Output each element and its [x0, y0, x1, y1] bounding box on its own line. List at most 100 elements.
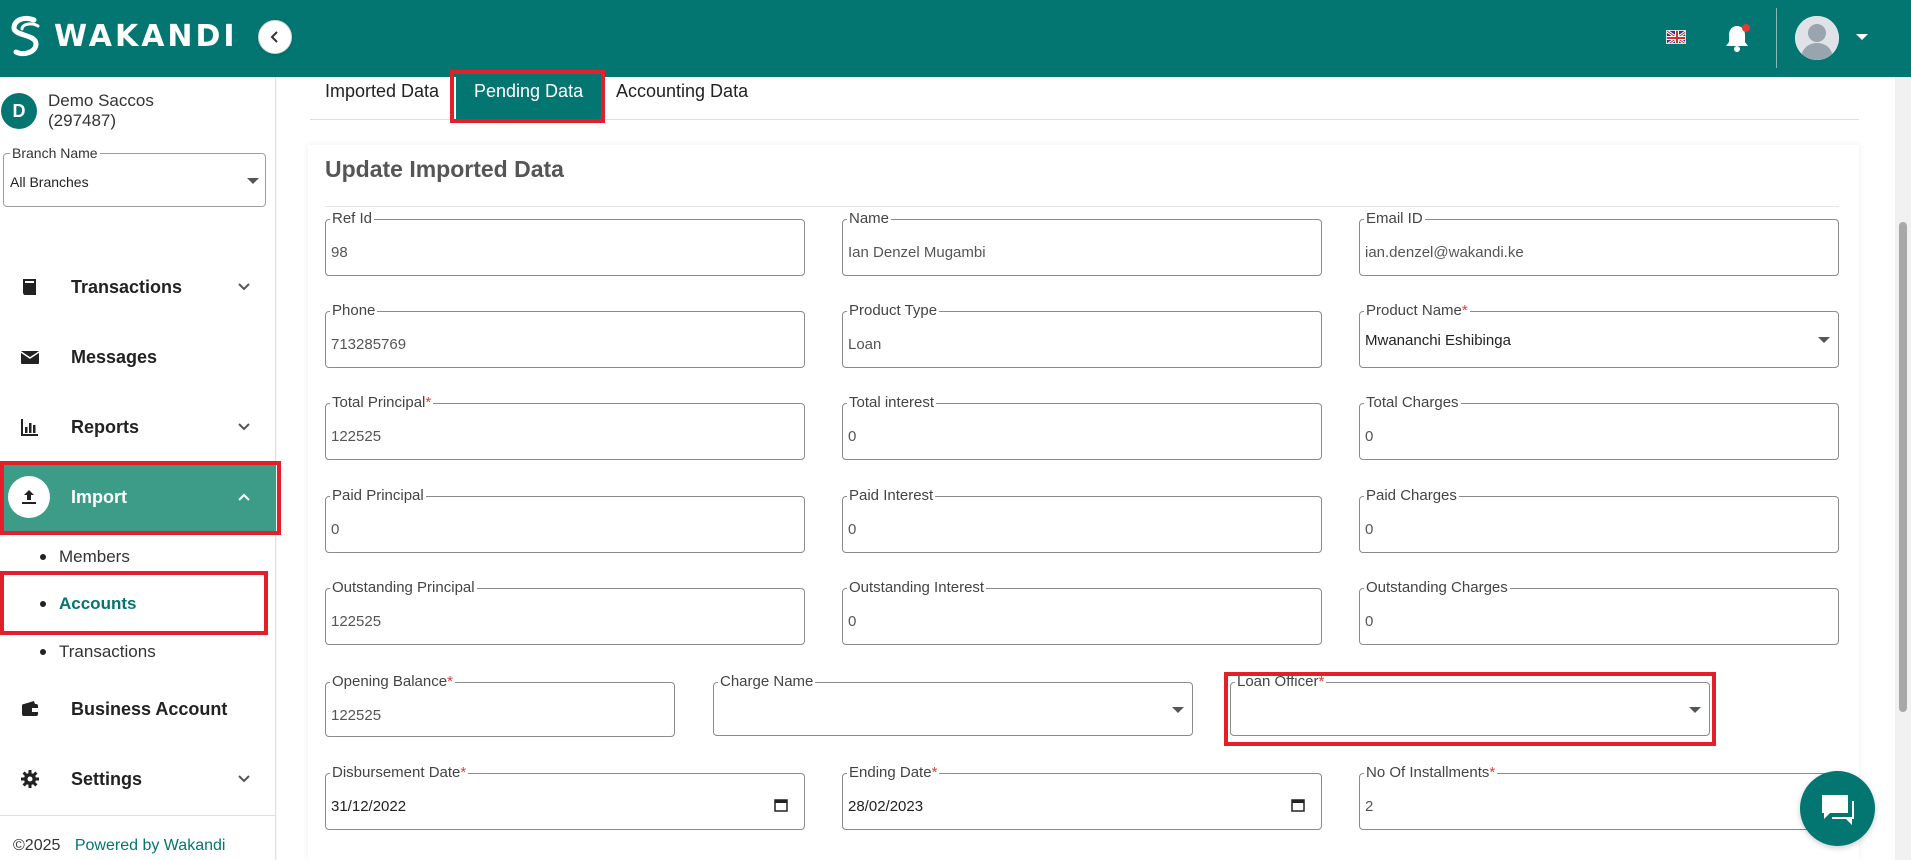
product-type-field[interactable]: Product Type Loan	[842, 302, 1322, 368]
envelope-icon	[20, 351, 40, 364]
field-value: 2	[1365, 798, 1374, 815]
field-value: 122525	[331, 707, 382, 724]
field-label: Phone	[330, 302, 378, 319]
org-name-line2: (297487)	[48, 111, 117, 130]
field-value: 0	[848, 521, 857, 538]
ending-date-field[interactable]: Ending Date* 28/02/2023	[842, 764, 1322, 830]
org-name-line1: Demo Saccos	[48, 91, 154, 110]
sidebar-subitem-members[interactable]: Members	[0, 537, 276, 577]
chevron-down-icon	[1818, 337, 1830, 343]
charge-name-select[interactable]: Charge Name	[713, 673, 1193, 736]
wakandi-logo-icon	[11, 15, 40, 57]
tabs-divider	[310, 119, 1859, 120]
chat-bubble-icon	[1821, 794, 1854, 825]
sidebar-subitem-accounts[interactable]: Accounts	[0, 584, 276, 624]
total-interest-field[interactable]: Total interest 0	[842, 394, 1322, 460]
paid-interest-field[interactable]: Paid Interest 0	[842, 487, 1322, 553]
branch-label: Branch Name	[10, 145, 100, 161]
total-charges-field[interactable]: Total Charges 0	[1359, 394, 1839, 460]
loan-officer-select[interactable]: Loan Officer*	[1230, 673, 1710, 736]
email-field[interactable]: Email ID ian.denzel@wakandi.ke	[1359, 210, 1839, 276]
bar-chart-icon	[21, 419, 38, 436]
chevron-left-icon	[270, 31, 278, 43]
brand-logo[interactable]: WAKANDI	[8, 14, 238, 58]
chevron-down-icon	[238, 775, 250, 783]
sidebar-item-settings[interactable]: Settings	[0, 744, 276, 814]
name-field[interactable]: Name Ian Denzel Mugambi	[842, 210, 1322, 276]
collapse-sidebar-button[interactable]	[258, 20, 292, 54]
sidebar-item-reports[interactable]: Reports	[0, 392, 276, 462]
product-name-select[interactable]: Product Name* Mwananchi Eshibinga	[1359, 302, 1839, 368]
uk-flag-icon[interactable]	[1666, 30, 1686, 44]
field-label: Product Name*	[1364, 302, 1470, 319]
header-divider	[1776, 8, 1777, 68]
field-label: Paid Principal	[330, 487, 426, 504]
calendar-icon[interactable]	[1291, 798, 1305, 812]
scrollbar-thumb[interactable]	[1899, 222, 1907, 712]
field-label: Disbursement Date*	[330, 764, 469, 781]
installments-field[interactable]: No Of Installments* 2	[1359, 764, 1839, 830]
tab-pending-data[interactable]: Pending Data	[456, 77, 602, 119]
main-content: Imported Data Pending Data Accounting Da…	[277, 77, 1895, 860]
calendar-icon[interactable]	[774, 798, 788, 812]
chevron-down-icon	[1172, 707, 1184, 713]
paid-principal-field[interactable]: Paid Principal 0	[325, 487, 805, 553]
sidebar-item-label: Messages	[71, 346, 158, 367]
field-label: Outstanding Charges	[1364, 579, 1510, 596]
outstanding-charges-field[interactable]: Outstanding Charges 0	[1359, 579, 1839, 645]
field-value: 31/12/2022	[331, 798, 407, 815]
field-value: 0	[848, 428, 857, 445]
org-avatar: D	[1, 93, 37, 129]
sidebar-item-business-account[interactable]: Business Account	[0, 674, 276, 744]
tab-accounting-data[interactable]: Accounting Data	[616, 77, 748, 119]
field-label: Email ID	[1364, 210, 1425, 227]
sidebar-item-transactions[interactable]: Transactions	[0, 252, 276, 322]
sidebar-item-label: Settings	[71, 768, 143, 789]
ref-id-field[interactable]: Ref Id 98	[325, 210, 805, 276]
paid-charges-field[interactable]: Paid Charges 0	[1359, 487, 1839, 553]
brand-name: WAKANDI	[54, 18, 238, 54]
opening-balance-field[interactable]: Opening Balance* 122525	[325, 673, 675, 737]
disbursement-date-field[interactable]: Disbursement Date* 31/12/2022	[325, 764, 805, 830]
chevron-up-icon	[238, 493, 250, 501]
field-value: 98	[331, 244, 348, 261]
chevron-down-icon	[238, 423, 250, 431]
field-value: 713285769	[331, 336, 407, 353]
sidebar: D Demo Saccos (297487) Branch Name All B…	[0, 77, 276, 860]
field-value: 0	[331, 521, 340, 538]
gear-icon	[21, 770, 39, 788]
page-scrollbar[interactable]	[1895, 77, 1911, 860]
field-value: Ian Denzel Mugambi	[848, 244, 986, 261]
field-label: Total interest	[847, 394, 937, 411]
field-label: Charge Name	[718, 673, 816, 690]
sidebar-subitem-label: Accounts	[59, 594, 137, 613]
sidebar-subitem-transactions[interactable]: Transactions	[0, 632, 276, 672]
total-principal-field[interactable]: Total Principal* 122525	[325, 394, 805, 460]
branch-value: All Branches	[10, 174, 89, 190]
notification-badge	[1742, 24, 1750, 32]
avatar-dropdown-icon[interactable]	[1856, 34, 1868, 40]
field-value: 0	[1365, 428, 1374, 445]
sidebar-item-messages[interactable]: Messages	[0, 322, 276, 392]
book-icon	[23, 279, 36, 295]
outstanding-interest-field[interactable]: Outstanding Interest 0	[842, 579, 1322, 645]
chat-button[interactable]	[1800, 771, 1875, 846]
phone-field[interactable]: Phone 713285769	[325, 302, 805, 368]
copyright: ©2025	[13, 837, 61, 854]
sidebar-item-import[interactable]: Import	[0, 462, 276, 532]
sidebar-item-label: Import	[71, 486, 127, 507]
tab-imported-data[interactable]: Imported Data	[325, 77, 439, 119]
outstanding-principal-field[interactable]: Outstanding Principal 122525	[325, 579, 805, 645]
chevron-down-icon	[238, 283, 250, 291]
branch-select[interactable]: Branch Name All Branches	[3, 145, 266, 207]
field-value: Mwananchi Eshibinga	[1365, 332, 1511, 349]
field-value: 122525	[331, 428, 382, 445]
powered-by-link[interactable]: Powered by Wakandi	[75, 837, 226, 854]
bullet	[40, 649, 46, 655]
bullet	[40, 554, 46, 560]
sidebar-subitem-label: Members	[59, 547, 130, 566]
field-label: Paid Interest	[847, 487, 936, 504]
user-avatar-icon[interactable]	[1795, 16, 1839, 60]
field-label: Name	[847, 210, 892, 227]
field-value: Loan	[848, 336, 882, 353]
